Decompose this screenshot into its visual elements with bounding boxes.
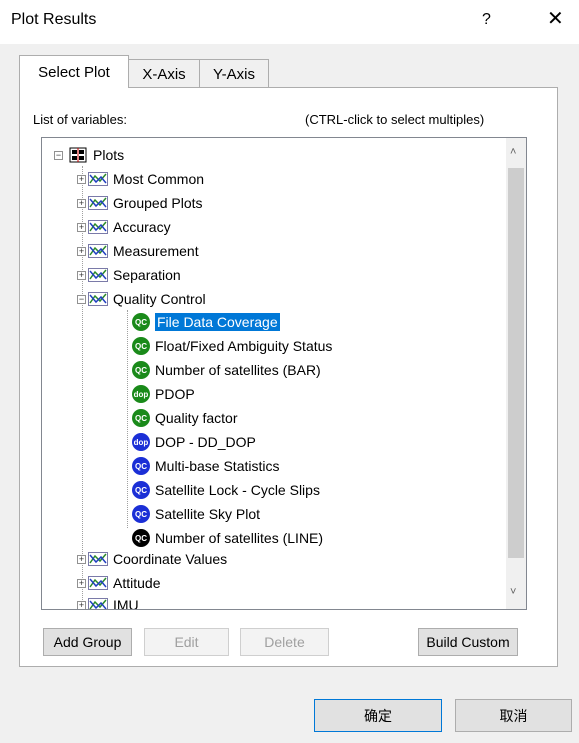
tree-node-group[interactable]: + Grouped Plots <box>77 192 203 214</box>
qc-icon: QC <box>132 313 150 331</box>
expand-icon[interactable]: + <box>77 600 86 609</box>
vertical-scrollbar[interactable]: ˄ ˅ <box>506 138 526 609</box>
tree-node-label: Most Common <box>113 171 205 187</box>
tree-node-group[interactable]: + IMU <box>77 594 139 610</box>
qc-icon: QC <box>132 409 150 427</box>
expand-icon[interactable]: + <box>77 222 86 232</box>
qc-icon: QC <box>132 481 150 499</box>
qc-icon: QC <box>132 505 150 523</box>
tree-leaf[interactable]: dop DOP - DD_DOP <box>132 431 256 453</box>
tree-node-label: Coordinate Values <box>113 551 228 567</box>
tree-node-label: Grouped Plots <box>113 195 203 211</box>
chart-icon <box>88 598 108 609</box>
tree-node-label: Attitude <box>113 575 161 591</box>
qc-icon: QC <box>132 457 150 475</box>
expand-icon[interactable]: + <box>77 270 86 280</box>
scroll-up-icon[interactable]: ˄ <box>510 146 516 158</box>
tree-leaf[interactable]: QC Multi-base Statistics <box>132 455 279 477</box>
tree-node-group[interactable]: + Most Common <box>77 168 204 190</box>
tree-node-group[interactable]: + Measurement <box>77 240 199 262</box>
chart-icon <box>88 172 108 186</box>
expand-icon[interactable]: + <box>77 554 86 564</box>
tree-node-label: Accuracy <box>113 219 171 235</box>
ok-button[interactable]: 确定 <box>314 699 442 732</box>
close-button[interactable]: ✕ <box>547 8 564 30</box>
expand-icon[interactable]: + <box>77 198 86 208</box>
tab-y-axis[interactable]: Y-Axis <box>200 59 269 89</box>
plots-folder-icon <box>69 147 87 163</box>
dop-icon: dop <box>132 385 150 403</box>
tree-node-group[interactable]: + Separation <box>77 264 181 286</box>
tree-leaf-label: Number of satellites (LINE) <box>155 530 324 546</box>
tree-node-group[interactable]: + Attitude <box>77 572 160 594</box>
chart-icon <box>88 196 108 210</box>
collapse-icon[interactable]: − <box>77 294 86 304</box>
tree-leaf-label: Number of satellites (BAR) <box>155 362 321 378</box>
tree-leaf[interactable]: QC Satellite Sky Plot <box>132 503 260 525</box>
expand-icon[interactable]: + <box>77 578 86 588</box>
build-custom-button[interactable]: Build Custom <box>418 628 518 656</box>
chart-icon <box>88 268 108 282</box>
chart-icon <box>88 244 108 258</box>
tree-leaf-label: PDOP <box>155 386 195 402</box>
tree-node-label: Plots <box>93 147 125 163</box>
tree-leaf-file-data-coverage[interactable]: QC File Data Coverage <box>132 311 280 333</box>
tree-leaf-label: File Data Coverage <box>155 313 280 331</box>
delete-button[interactable]: Delete <box>240 628 329 656</box>
chart-icon <box>88 576 108 590</box>
collapse-icon[interactable]: − <box>54 150 63 160</box>
tree-line <box>127 310 128 528</box>
tree-node-label: Quality Control <box>113 291 206 307</box>
chart-icon <box>88 552 108 566</box>
expand-icon[interactable]: + <box>77 246 86 256</box>
tree-node-label: Separation <box>113 267 181 283</box>
tree-leaf-label: Multi-base Statistics <box>155 458 280 474</box>
tree-leaf[interactable]: QC Float/Fixed Ambiguity Status <box>132 335 332 357</box>
title-bar: Plot Results ? ✕ <box>0 0 579 44</box>
tab-select-plot[interactable]: Select Plot <box>19 55 129 88</box>
help-button[interactable]: ? <box>482 11 491 29</box>
add-group-button[interactable]: Add Group <box>43 628 132 656</box>
chart-icon <box>88 220 108 234</box>
edit-button[interactable]: Edit <box>144 628 229 656</box>
qc-icon: QC <box>132 337 150 355</box>
tree-node-group-quality-control[interactable]: − Quality Control <box>77 288 206 310</box>
tree-leaf[interactable]: QC Number of satellites (LINE) <box>132 527 323 549</box>
expand-icon[interactable]: + <box>77 174 86 184</box>
tree-leaf-label: Satellite Lock - Cycle Slips <box>155 482 320 498</box>
variable-tree[interactable]: − Plots + Most Common + Grouped Plots + … <box>41 137 527 610</box>
scroll-down-icon[interactable]: ˅ <box>510 586 516 598</box>
tree-node-plots[interactable]: − Plots <box>54 144 124 166</box>
tree-leaf-label: DOP - DD_DOP <box>155 434 256 450</box>
tree-leaf[interactable]: QC Satellite Lock - Cycle Slips <box>132 479 320 501</box>
tree-leaf[interactable]: QC Number of satellites (BAR) <box>132 359 321 381</box>
tree-node-group[interactable]: + Coordinate Values <box>77 548 227 570</box>
window-title: Plot Results <box>11 11 97 28</box>
tree-node-label: IMU <box>113 597 139 610</box>
scrollbar-thumb[interactable] <box>508 168 524 558</box>
dop-icon: dop <box>132 433 150 451</box>
list-label: List of variables: <box>33 112 127 127</box>
chart-icon <box>88 292 108 306</box>
tree-leaf-label: Satellite Sky Plot <box>155 506 261 522</box>
qc-icon: QC <box>132 361 150 379</box>
cancel-button[interactable]: 取消 <box>455 699 572 732</box>
tree-node-group[interactable]: + Accuracy <box>77 216 171 238</box>
tab-x-axis[interactable]: X-Axis <box>129 59 200 89</box>
qc-icon: QC <box>132 529 150 547</box>
tree-node-label: Measurement <box>113 243 199 259</box>
tree-leaf-label: Quality factor <box>155 410 238 426</box>
tree-leaf-label: Float/Fixed Ambiguity Status <box>155 338 333 354</box>
tree-leaf[interactable]: QC Quality factor <box>132 407 237 429</box>
tree-leaf[interactable]: dop PDOP <box>132 383 195 405</box>
list-hint: (CTRL-click to select multiples) <box>305 112 485 127</box>
